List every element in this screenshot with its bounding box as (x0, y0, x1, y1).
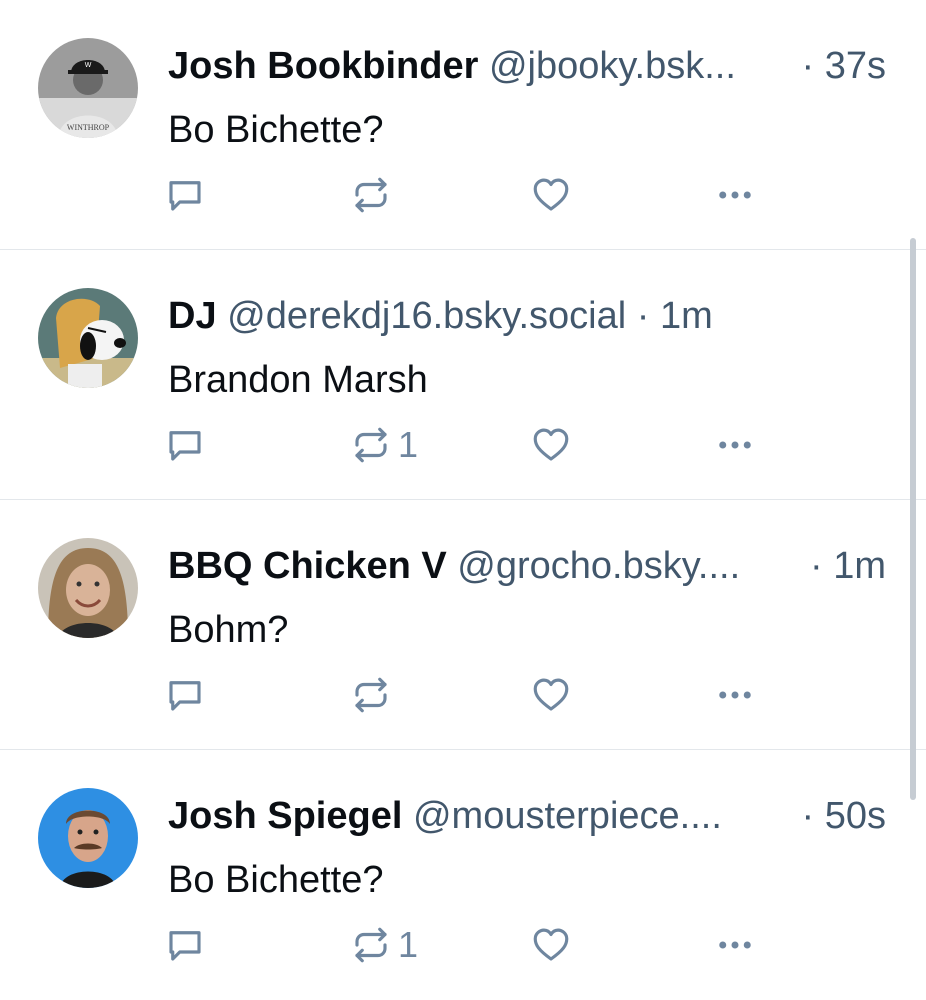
avatar[interactable] (38, 788, 138, 888)
ellipsis-icon (719, 941, 751, 949)
like-button[interactable] (530, 672, 572, 718)
like-button[interactable] (530, 172, 572, 218)
repost-icon (355, 927, 387, 963)
post-timestamp[interactable]: · 37s (802, 40, 886, 92)
reply-button[interactable] (164, 172, 206, 218)
reply-button[interactable] (164, 422, 206, 468)
reply-button[interactable] (164, 672, 206, 718)
author-handle[interactable]: @mousterpiece.... (413, 795, 722, 837)
post-header: Josh Bookbinder @jbooky.bsk... · 37s (168, 40, 888, 92)
author-name[interactable]: Josh Bookbinder (168, 45, 478, 87)
repost-count: 1 (398, 424, 419, 465)
repost-count: 1 (398, 924, 419, 965)
post-item[interactable]: W WINTHROP Josh Bookbinder @jbooky.bsk..… (0, 0, 926, 250)
scrollbar[interactable] (910, 238, 916, 800)
author-name[interactable]: DJ (168, 295, 217, 337)
post-header: BBQ Chicken V @grocho.bsky.... · 1m (168, 540, 888, 592)
post-timestamp[interactable]: · 50s (802, 790, 886, 842)
svg-text:W: W (85, 62, 92, 69)
author-name[interactable]: BBQ Chicken V (168, 545, 447, 587)
post-actions: 1 (164, 422, 784, 468)
reply-button[interactable] (164, 922, 206, 968)
post-item[interactable]: DJ @derekdj16.bsky.social · 1m Brandon M… (0, 250, 926, 500)
post-text: Brandon Marsh (168, 359, 428, 401)
user-avatar-icon (38, 788, 138, 888)
reply-icon (169, 181, 201, 211)
post-actions (164, 172, 784, 218)
svg-text:WINTHROP: WINTHROP (67, 123, 110, 132)
post-header: DJ @derekdj16.bsky.social · 1m (168, 290, 888, 342)
heart-icon (533, 428, 569, 461)
avatar[interactable]: W WINTHROP (38, 38, 138, 138)
reply-icon (169, 431, 201, 461)
repost-button[interactable]: 1 (350, 422, 418, 468)
post-text: Bo Bichette? (168, 109, 384, 151)
more-options-button[interactable] (714, 422, 756, 468)
avatar[interactable] (38, 288, 138, 388)
like-button[interactable] (530, 922, 572, 968)
author-handle[interactable]: @grocho.bsky.... (457, 545, 740, 587)
repost-icon (355, 677, 387, 713)
ellipsis-icon (719, 441, 751, 449)
repost-button[interactable] (350, 172, 398, 218)
post-feed: W WINTHROP Josh Bookbinder @jbooky.bsk..… (0, 0, 926, 1000)
author-name[interactable]: Josh Spiegel (168, 795, 402, 837)
post-timestamp[interactable]: · 1m (637, 295, 713, 337)
reply-icon (169, 931, 201, 961)
heart-icon (533, 678, 569, 711)
ellipsis-icon (719, 691, 751, 699)
repost-icon (355, 177, 387, 213)
more-options-button[interactable] (714, 672, 756, 718)
user-avatar-icon: W WINTHROP (38, 38, 138, 138)
heart-icon (533, 928, 569, 961)
post-actions (164, 672, 784, 718)
post-text: Bohm? (168, 609, 289, 651)
post-item[interactable]: Josh Spiegel @mousterpiece.... · 50s Bo … (0, 750, 926, 1000)
user-avatar-icon (38, 288, 138, 388)
avatar[interactable] (38, 538, 138, 638)
post-timestamp[interactable]: · 1m (810, 540, 886, 592)
heart-icon (533, 178, 569, 211)
repost-button[interactable]: 1 (350, 922, 418, 968)
post-header: Josh Spiegel @mousterpiece.... · 50s (168, 790, 888, 842)
user-avatar-icon (38, 538, 138, 638)
author-handle[interactable]: @jbooky.bsk... (489, 45, 736, 87)
author-handle[interactable]: @derekdj16.bsky.social (227, 295, 626, 337)
post-item[interactable]: BBQ Chicken V @grocho.bsky.... · 1m Bohm… (0, 500, 926, 750)
repost-icon (355, 427, 387, 463)
ellipsis-icon (719, 191, 751, 199)
post-actions: 1 (164, 922, 784, 968)
more-options-button[interactable] (714, 922, 756, 968)
repost-button[interactable] (350, 672, 398, 718)
more-options-button[interactable] (714, 172, 756, 218)
reply-icon (169, 681, 201, 711)
post-text: Bo Bichette? (168, 859, 384, 901)
like-button[interactable] (530, 422, 572, 468)
